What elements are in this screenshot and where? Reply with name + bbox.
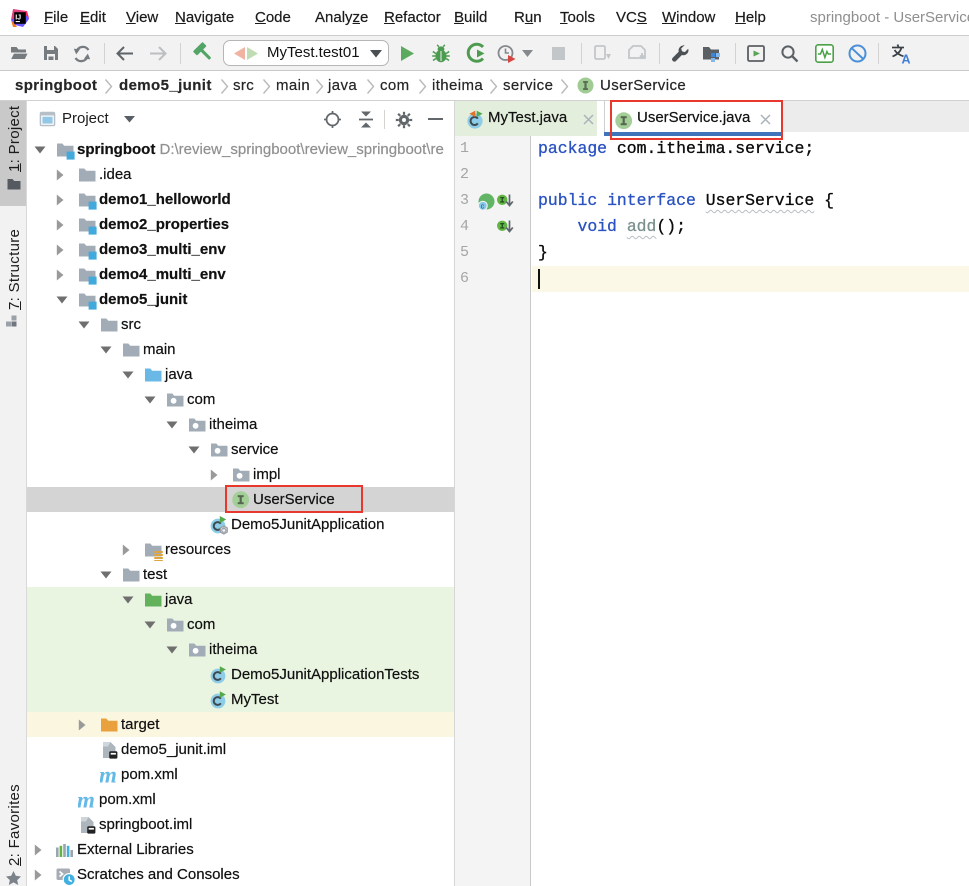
svg-text:A: A: [902, 53, 911, 67]
svg-text:m: m: [78, 791, 95, 811]
svg-text:IJ: IJ: [15, 12, 21, 21]
svg-text:c: c: [481, 203, 485, 210]
svg-text:m: m: [100, 766, 117, 786]
